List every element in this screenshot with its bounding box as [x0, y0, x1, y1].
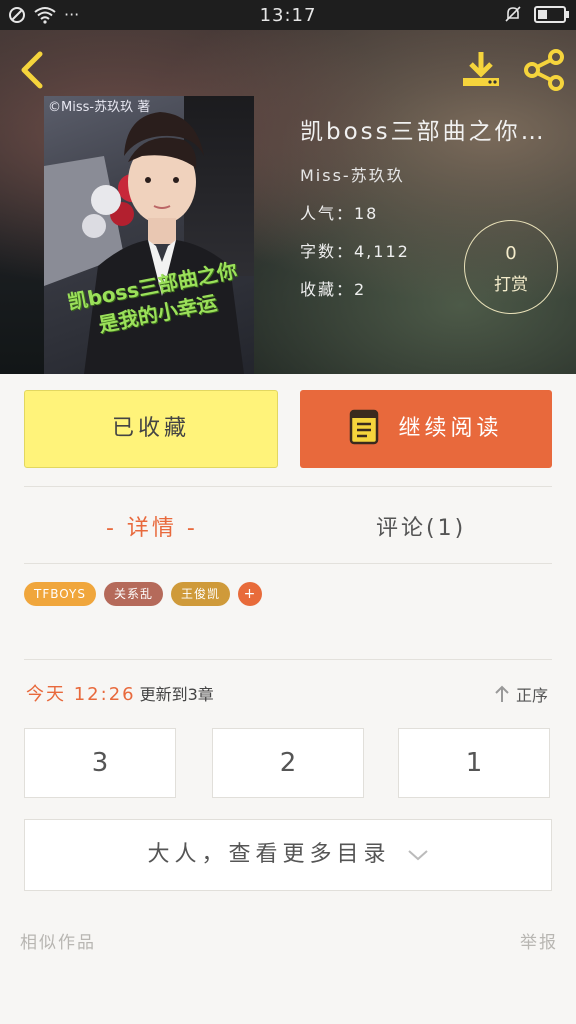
tag-chip[interactable]: 王俊凯	[171, 582, 231, 606]
update-chapter-count: 更新到3章	[139, 685, 214, 704]
update-info: 今天 12:26 更新到3章	[26, 680, 214, 706]
back-icon[interactable]	[16, 50, 48, 90]
continue-reading-button[interactable]: 继续阅读	[300, 390, 552, 468]
tip-label: 打赏	[494, 275, 528, 295]
status-time: 13:17	[259, 5, 317, 26]
sort-order-button[interactable]: 正序	[494, 682, 548, 706]
divider	[24, 563, 552, 564]
tab-detail[interactable]: - 详情 -	[106, 510, 198, 542]
arrow-up-icon	[495, 685, 509, 702]
update-time: 今天 12:26	[26, 684, 136, 705]
download-icon[interactable]	[460, 48, 502, 90]
book-cover[interactable]: ©Miss-苏玖玖 著 凯boss三部曲之你是我的小幸运	[44, 96, 254, 374]
tip-count: 0	[505, 243, 517, 264]
chevron-down-icon	[407, 850, 428, 861]
battery-icon	[534, 5, 569, 23]
sort-order-label: 正序	[515, 686, 548, 705]
cover-caption: ©Miss-苏玖玖 著	[48, 100, 151, 115]
divider	[24, 659, 552, 660]
divider	[24, 486, 552, 487]
share-icon[interactable]	[522, 48, 566, 92]
report-link[interactable]: 举报	[520, 928, 558, 953]
book-icon	[350, 409, 379, 445]
tip-button[interactable]: 0 打赏	[464, 220, 558, 314]
status-bar: ··· 13:17	[0, 0, 576, 30]
chapter-item[interactable]: 1	[398, 728, 550, 798]
book-header: ©Miss-苏玖玖 著 凯boss三部曲之你是我的小幸运 凯boss三部曲之你……	[0, 30, 576, 374]
continue-reading-label: 继续阅读	[398, 416, 503, 441]
tag-list: TFBOYS 关系乱 王俊凯 +	[24, 582, 263, 606]
chapter-item[interactable]: 2	[212, 728, 364, 798]
tab-comments[interactable]: 评论(1)	[376, 510, 466, 542]
tag-chip[interactable]: TFBOYS	[24, 582, 96, 606]
mute-bell-icon	[505, 6, 521, 22]
favorited-button[interactable]: 已收藏	[24, 390, 278, 468]
book-title: 凯boss三部曲之你…	[300, 119, 547, 145]
similar-works-link[interactable]: 相似作品	[20, 928, 96, 953]
status-right-icons	[504, 5, 569, 23]
tag-chip[interactable]: 关系乱	[104, 582, 164, 606]
more-catalog-label: 大人，查看更多目录	[147, 842, 391, 867]
book-popularity: 人气：18	[300, 204, 379, 223]
chapter-item[interactable]: 3	[24, 728, 176, 798]
more-catalog-button[interactable]: 大人，查看更多目录	[24, 819, 552, 891]
book-author[interactable]: Miss-苏玖玖	[300, 162, 572, 186]
add-tag-button[interactable]: +	[238, 582, 263, 606]
